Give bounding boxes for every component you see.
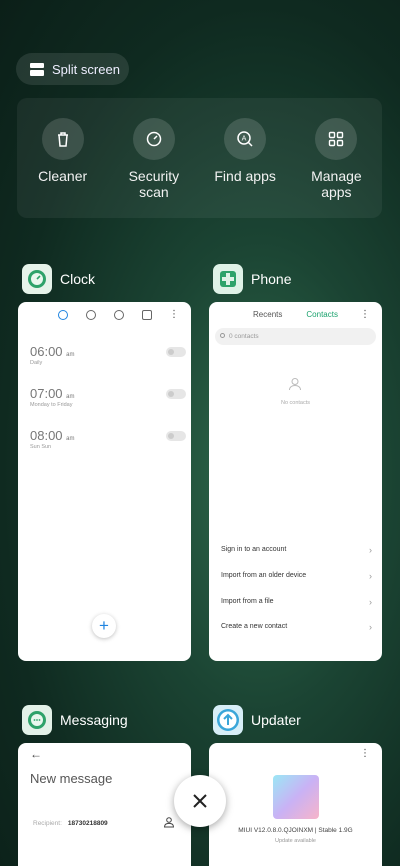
import-older-device-row[interactable]: Import from an older device › xyxy=(221,571,372,581)
manage-apps-label: Manage apps xyxy=(311,168,362,200)
split-screen-button[interactable]: Split screen xyxy=(16,53,129,85)
clock-tabs xyxy=(18,310,191,326)
more-options-icon[interactable]: ⋮ xyxy=(360,310,370,320)
alarm-item[interactable]: 08:00 am Sun Sun xyxy=(30,428,186,450)
cleaner-button[interactable]: Cleaner xyxy=(23,118,103,218)
version-text: MIUI V12.0.8.0.QJOINXM | Stable 1.9G xyxy=(238,827,353,834)
alarm-ampm: am xyxy=(66,352,75,358)
contacts-search-input[interactable]: 0 contacts xyxy=(215,328,376,345)
phone-app-header[interactable]: Phone xyxy=(213,264,291,294)
add-alarm-button[interactable]: + xyxy=(92,614,116,638)
recipient-label: Recipient: xyxy=(33,820,62,827)
no-contacts-text: No contacts xyxy=(280,400,311,406)
more-options-icon[interactable]: ⋮ xyxy=(360,749,370,759)
split-screen-label: Split screen xyxy=(52,61,120,77)
messaging-app-icon xyxy=(22,705,52,735)
shield-icon xyxy=(132,118,175,160)
clock-app-card[interactable]: ⋮ 06:00 am Daily 07:00 am Monday to Frid… xyxy=(18,302,191,661)
alarm-tab-icon[interactable] xyxy=(57,310,68,320)
find-apps-button[interactable]: A Find apps xyxy=(205,118,285,218)
new-message-title: New message xyxy=(30,771,113,786)
alarm-toggle[interactable] xyxy=(166,431,186,441)
updater-app-header[interactable]: Updater xyxy=(213,705,301,735)
quick-tools-panel: Cleaner Security scan A Find apps Manage… xyxy=(17,98,382,218)
back-arrow-icon[interactable]: ← xyxy=(30,747,42,761)
manage-apps-button[interactable]: Manage apps xyxy=(296,118,376,218)
import-file-row[interactable]: Import from a file › xyxy=(221,597,372,607)
phone-tabs: Recents Contacts xyxy=(209,310,382,319)
chevron-right-icon: › xyxy=(369,597,372,607)
split-screen-icon xyxy=(30,62,44,76)
recipient-value: 18730218809 xyxy=(67,820,108,827)
security-scan-button[interactable]: Security scan xyxy=(114,118,194,218)
messaging-app-header[interactable]: Messaging xyxy=(22,705,128,735)
updater-app-name: Updater xyxy=(251,712,301,728)
grid-icon xyxy=(315,118,358,160)
svg-text:A: A xyxy=(242,135,247,143)
alarm-time: 07:00 xyxy=(30,386,63,401)
tab-recents[interactable]: Recents xyxy=(253,310,282,319)
alarm-time: 08:00 xyxy=(30,428,63,443)
row-label: Import from an older device xyxy=(221,572,307,579)
clear-all-button[interactable] xyxy=(174,775,226,827)
add-contact-icon[interactable] xyxy=(163,816,175,828)
updater-app-card[interactable]: ⋮ MIUI V12.0.8.0.QJOINXM | Stable 1.9G U… xyxy=(209,743,382,866)
phone-app-name: Phone xyxy=(251,271,292,287)
stopwatch-tab-icon[interactable] xyxy=(113,310,124,320)
alarm-time: 06:00 xyxy=(30,344,63,359)
recipient-field[interactable]: Recipient: 18730218809 xyxy=(33,820,108,827)
close-icon xyxy=(193,794,207,808)
alarm-ampm: am xyxy=(66,394,75,400)
alarm-toggle[interactable] xyxy=(166,347,186,357)
messaging-app-card[interactable]: ← New message Recipient: 18730218809 xyxy=(18,743,191,866)
alarm-repeat: Daily xyxy=(30,360,43,366)
chevron-right-icon: › xyxy=(369,545,372,555)
alarm-item[interactable]: 06:00 am Daily xyxy=(30,344,186,366)
phone-app-card[interactable]: Recents Contacts ⋮ 0 contacts No contact… xyxy=(209,302,382,661)
alarm-ampm: am xyxy=(66,436,75,442)
miui-logo-icon xyxy=(273,775,319,819)
timer-tab-icon[interactable] xyxy=(141,310,152,320)
more-options-icon[interactable]: ⋮ xyxy=(169,310,179,320)
alarm-repeat: Monday to Friday xyxy=(30,402,73,408)
person-icon xyxy=(289,378,301,391)
clock-app-header[interactable]: Clock xyxy=(22,264,95,294)
security-scan-label: Security scan xyxy=(128,168,180,200)
clock-app-name: Clock xyxy=(60,271,96,287)
row-label: Create a new contact xyxy=(221,623,288,630)
contacts-search-placeholder: 0 contacts xyxy=(229,333,259,340)
sign-in-account-row[interactable]: Sign in to an account › xyxy=(221,545,372,555)
trash-icon xyxy=(41,118,84,160)
find-apps-label: Find apps xyxy=(214,168,276,184)
update-status-text: Update available xyxy=(275,838,316,844)
find-apps-icon: A xyxy=(224,118,267,160)
alarm-repeat: Sun Sun xyxy=(30,444,52,450)
alarm-item[interactable]: 07:00 am Monday to Friday xyxy=(30,386,186,408)
alarm-toggle[interactable] xyxy=(166,389,186,399)
phone-app-icon xyxy=(213,264,243,294)
create-contact-row[interactable]: Create a new contact › xyxy=(221,622,372,632)
cleaner-label: Cleaner xyxy=(38,168,88,184)
clock-app-icon xyxy=(22,264,52,294)
tab-contacts[interactable]: Contacts xyxy=(306,310,338,319)
search-icon xyxy=(220,333,225,338)
updater-app-icon xyxy=(213,705,243,735)
row-label: Import from a file xyxy=(221,598,274,605)
row-label: Sign in to an account xyxy=(221,546,287,553)
chevron-right-icon: › xyxy=(369,622,372,632)
chevron-right-icon: › xyxy=(369,571,372,581)
world-clock-tab-icon[interactable] xyxy=(85,310,96,320)
messaging-app-name: Messaging xyxy=(60,712,128,728)
